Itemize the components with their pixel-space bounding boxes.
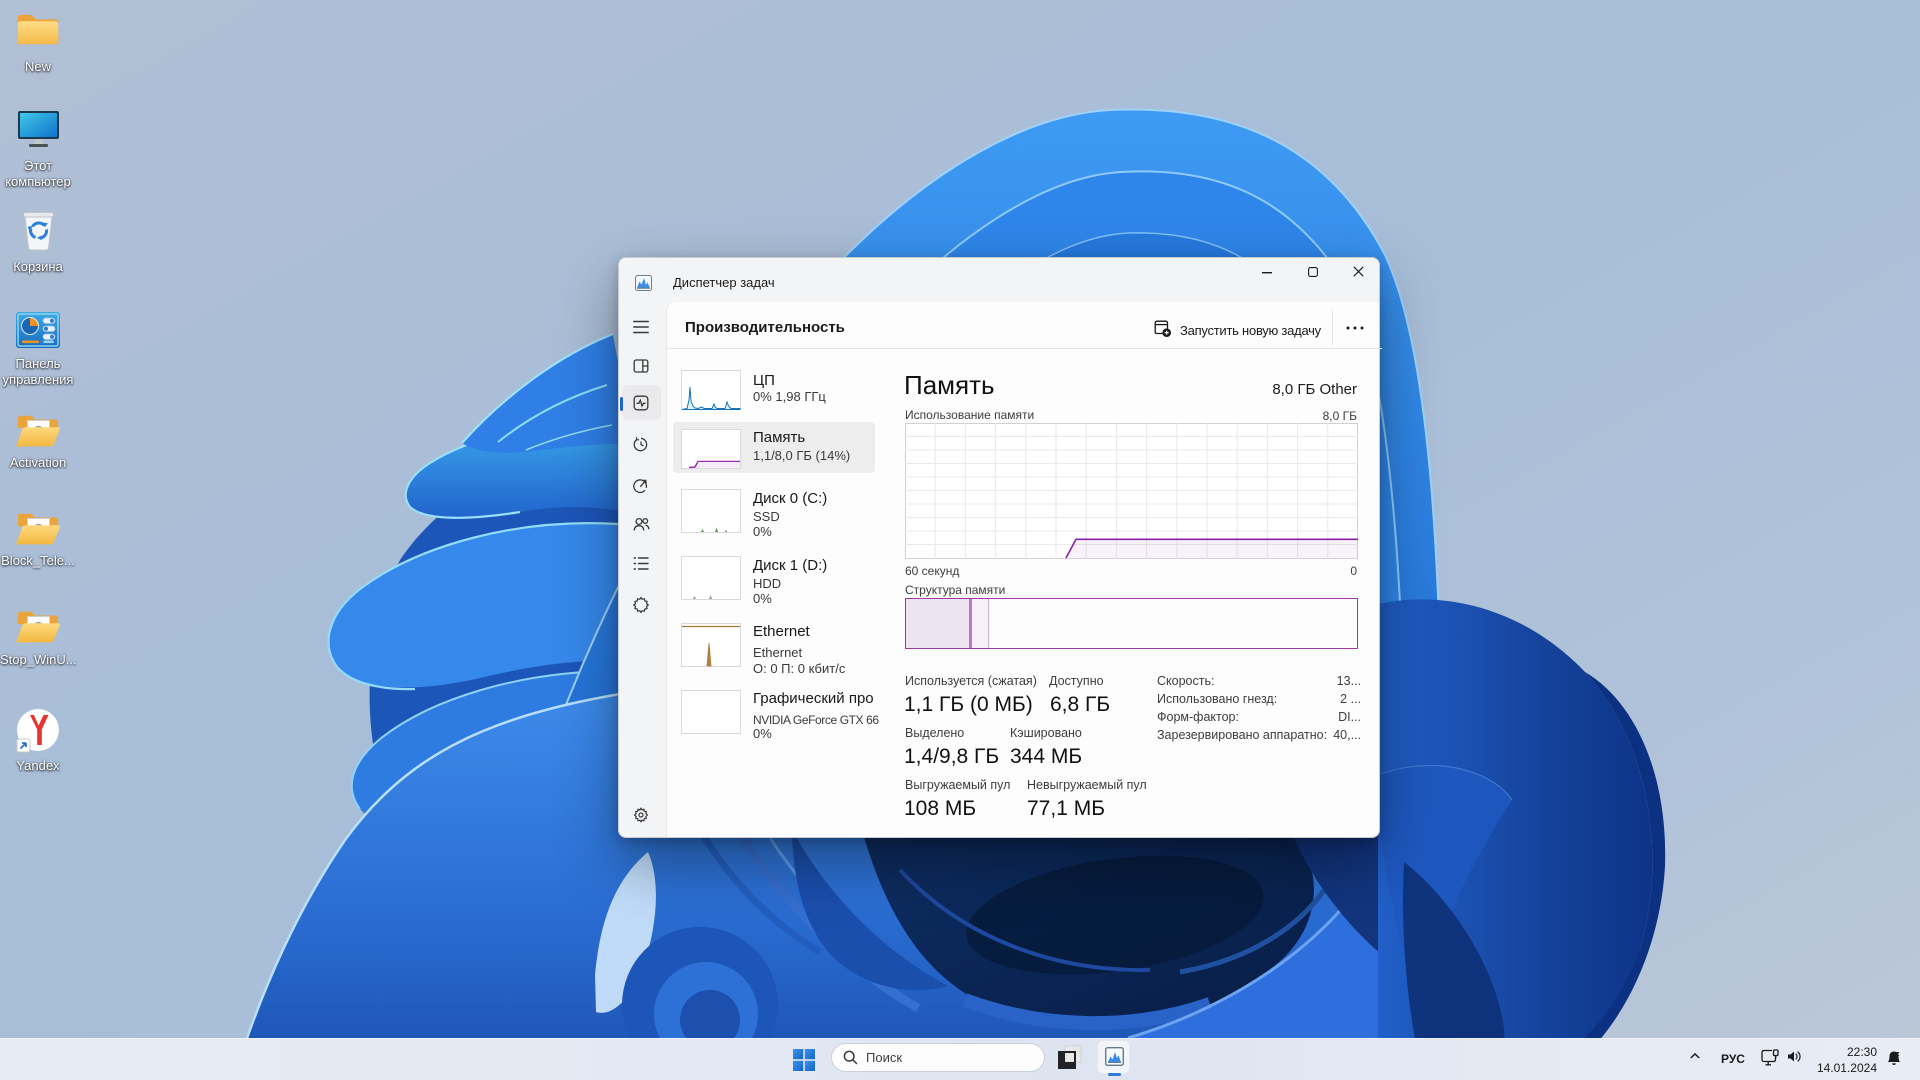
svg-text:z: z xyxy=(1896,1051,1900,1058)
